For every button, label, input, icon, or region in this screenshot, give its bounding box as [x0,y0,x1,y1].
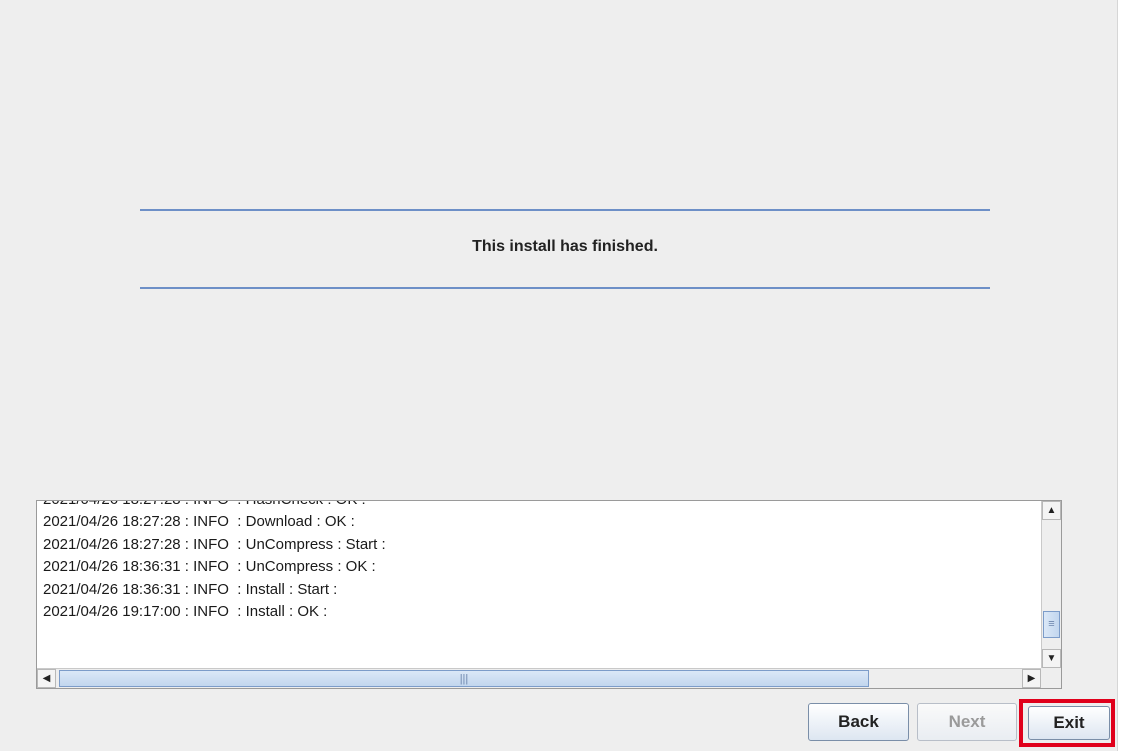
next-button[interactable]: Next [917,703,1017,741]
exit-button[interactable]: Exit [1028,706,1110,740]
log-panel[interactable]: 2021/04/26 18:27:28 : INFO : HashCheck :… [36,500,1062,689]
log-line: 2021/04/26 19:17:00 : INFO : Install : O… [43,603,328,621]
log-text-area[interactable]: 2021/04/26 18:27:28 : INFO : HashCheck :… [43,501,1039,668]
arrow-up-icon[interactable]: ▲ [1042,501,1061,520]
vertical-scroll-thumb[interactable]: ≡ [1043,611,1060,638]
arrow-right-icon[interactable]: ▶ [1022,669,1041,688]
top-divider [140,209,990,211]
arrow-down-icon[interactable]: ▼ [1042,649,1061,668]
finish-message: This install has finished. [472,238,658,255]
log-line: 2021/04/26 18:27:28 : INFO : UnCompress … [43,535,386,553]
vertical-scrollbar[interactable]: ▲ ≡ ▼ [1041,501,1061,668]
log-line: 2021/04/26 18:27:28 : INFO : Download : … [43,513,355,531]
horizontal-scrollbar[interactable]: ◀ ||| ▶ [37,668,1041,688]
log-line: 2021/04/26 18:36:31 : INFO : Install : S… [43,580,338,598]
back-button[interactable]: Back [808,703,909,741]
log-line: 2021/04/26 18:36:31 : INFO : UnCompress … [43,558,376,576]
installer-window: This install has finished. 2021/04/26 18… [0,0,1122,751]
horizontal-scroll-thumb[interactable]: ||| [59,670,869,687]
arrow-left-icon[interactable]: ◀ [37,669,56,688]
bottom-divider [140,287,990,289]
scroll-corner [1041,668,1061,688]
window-edge [1117,0,1122,751]
log-line: 2021/04/26 18:27:28 : INFO : HashCheck :… [43,501,1039,511]
